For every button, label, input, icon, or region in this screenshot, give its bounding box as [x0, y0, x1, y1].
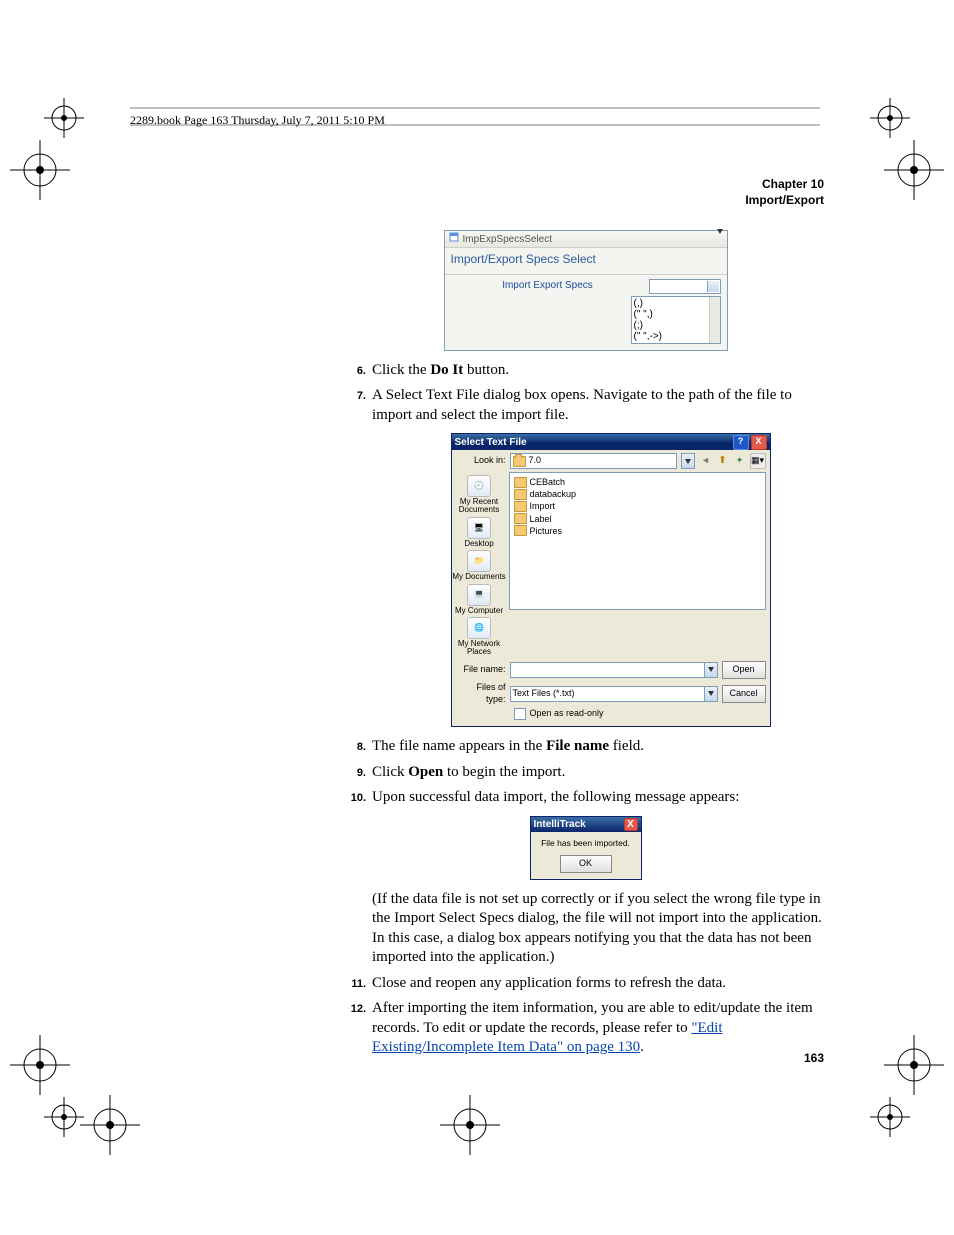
crop-mark [80, 1095, 140, 1155]
list-item[interactable]: Import [514, 500, 761, 512]
close-button[interactable]: X [624, 818, 638, 831]
dropdown-icon[interactable] [704, 663, 717, 677]
specs-listbox[interactable]: (,) (" ",) (;) (" ",->) [631, 296, 721, 344]
files-of-type-select[interactable]: Text Files (*.txt) [510, 686, 718, 702]
folder-icon [514, 489, 527, 500]
folder-icon [514, 501, 527, 512]
step-number: 12. [338, 999, 366, 1058]
dialog-title: IntelliTrack [534, 818, 586, 831]
dialog-subheader: Import/Export Specs Select [445, 248, 727, 275]
folder-open-icon [513, 456, 526, 467]
file-list[interactable]: CEBatch databackup Import Label Pictures [509, 472, 766, 610]
step-text: After importing the item information, yo… [372, 999, 833, 1058]
step-number: 7. [338, 386, 366, 425]
dialog-title: ImpExpSpecsSelect [463, 233, 553, 246]
create-folder-icon[interactable]: ✦ [733, 454, 747, 468]
crop-mark [870, 98, 910, 138]
dialog-title: Select Text File [455, 436, 527, 449]
crop-mark [44, 1097, 84, 1137]
chapter-title: Import/Export [745, 193, 824, 209]
place-network[interactable]: 🌐My Network Places [452, 617, 507, 657]
place-desktop[interactable]: 🖥Desktop [464, 517, 493, 548]
lookin-label: Look in: [456, 455, 506, 467]
page-number: 163 [804, 1051, 824, 1065]
readonly-label: Open as read-only [530, 708, 604, 720]
places-bar: 🕘My Recent Documents 🖥Desktop 📁My Docume… [452, 472, 507, 657]
page-content: ImpExpSpecsSelect Import/Export Specs Se… [338, 222, 833, 1064]
ok-button[interactable]: OK [560, 855, 612, 873]
list-item[interactable]: CEBatch [514, 476, 761, 488]
dialog-titlebar: IntelliTrack X [531, 817, 641, 832]
step-number: 10. [338, 788, 366, 808]
lookin-field[interactable]: 7.0 [510, 453, 677, 469]
help-button[interactable]: ? [733, 435, 749, 450]
specs-dropdown[interactable] [649, 279, 721, 294]
cancel-button[interactable]: Cancel [722, 685, 766, 703]
step-text: A Select Text File dialog box opens. Nav… [372, 386, 833, 425]
crop-mark [440, 1095, 500, 1155]
list-item[interactable]: (,) [634, 298, 718, 309]
dialog-titlebar: Select Text File ? X [452, 434, 770, 450]
place-documents[interactable]: 📁My Documents [452, 550, 505, 581]
dropdown-icon[interactable] [704, 687, 717, 701]
views-icon[interactable]: ▦▾ [750, 453, 766, 469]
crop-mark [884, 1035, 944, 1095]
list-item[interactable]: databackup [514, 488, 761, 500]
folder-icon [514, 513, 527, 524]
chapter-number: Chapter 10 [745, 177, 824, 193]
step-text: The file name appears in the File name f… [372, 737, 833, 757]
step-text: Click the Do It button. [372, 361, 833, 381]
place-recent[interactable]: 🕘My Recent Documents [452, 475, 507, 515]
step-number: 6. [338, 361, 366, 381]
step-number: 11. [338, 974, 366, 994]
page-header: 2289.book Page 163 Thursday, July 7, 201… [130, 113, 385, 128]
crop-mark [44, 98, 84, 138]
lookin-dropdown-button[interactable] [681, 453, 695, 469]
specs-label: Import Export Specs [451, 279, 645, 292]
readonly-checkbox[interactable] [514, 708, 526, 720]
select-text-file-dialog: Select Text File ? X Look in: 7.0 ◄ ⬆ ✦ … [451, 433, 771, 727]
list-item[interactable]: (;) [634, 320, 718, 331]
window-icon [449, 232, 459, 246]
success-message: File has been imported. [531, 832, 641, 853]
list-item[interactable]: Pictures [514, 525, 761, 537]
lookin-value: 7.0 [529, 455, 542, 467]
crop-mark [10, 140, 70, 200]
files-of-type-label: Files of type: [456, 682, 506, 705]
note-text: (If the data file is not set up correctl… [372, 890, 833, 968]
file-name-label: File name: [456, 664, 506, 676]
list-item[interactable]: (" ",) [634, 309, 718, 320]
list-item[interactable]: Label [514, 513, 761, 525]
crop-mark [884, 140, 944, 200]
step-number: 8. [338, 737, 366, 757]
import-success-dialog: IntelliTrack X File has been imported. O… [530, 816, 642, 880]
open-button[interactable]: Open [722, 661, 766, 679]
back-icon[interactable]: ◄ [699, 454, 713, 468]
scrollbar[interactable] [709, 297, 720, 343]
step-text: Close and reopen any application forms t… [372, 974, 833, 994]
dropdown-icon[interactable] [717, 233, 723, 246]
crop-mark [870, 1097, 910, 1137]
page-header-text: 2289.book Page 163 Thursday, July 7, 201… [130, 113, 385, 127]
step-text: Click Open to begin the import. [372, 763, 833, 783]
folder-icon [514, 477, 527, 488]
place-computer[interactable]: 💻My Computer [455, 584, 503, 615]
file-name-input[interactable] [510, 662, 718, 678]
import-export-specs-dialog: ImpExpSpecsSelect Import/Export Specs Se… [444, 230, 728, 351]
chapter-header: Chapter 10 Import/Export [745, 177, 824, 208]
step-text: Upon successful data import, the followi… [372, 788, 833, 808]
list-item[interactable]: (" ",->) [634, 331, 718, 342]
close-button[interactable]: X [751, 435, 767, 450]
crop-mark [10, 1035, 70, 1095]
up-one-level-icon[interactable]: ⬆ [716, 454, 730, 468]
step-number: 9. [338, 763, 366, 783]
folder-icon [514, 525, 527, 536]
dialog-titlebar: ImpExpSpecsSelect [445, 231, 727, 248]
